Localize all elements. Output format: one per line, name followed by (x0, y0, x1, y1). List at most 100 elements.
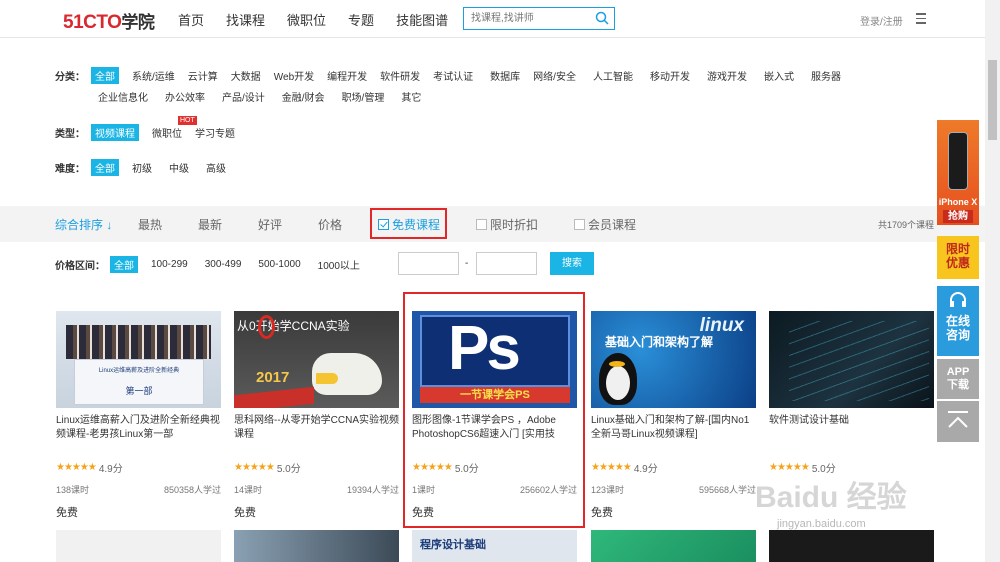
category-option[interactable]: 全部 (91, 67, 119, 84)
side-promo-limited[interactable]: 限时优惠 (937, 236, 979, 279)
category-option[interactable]: 大数据 (231, 68, 261, 83)
price-search-button[interactable]: 搜索 (550, 252, 594, 275)
course-thumbnail[interactable]: 从0开始学CCNA实验 2017 (234, 311, 399, 408)
category-option[interactable]: 游戏开发 (707, 68, 747, 83)
sort-rating[interactable]: 好评 (258, 216, 282, 233)
nav-skill-map[interactable]: 技能图谱 (396, 10, 448, 29)
side-promo-iphone[interactable]: iPhone X 抢购 (937, 120, 979, 225)
baidu-watermark-url: jingyan.baidu.com (777, 518, 866, 530)
course-card[interactable]: linux 基础入门和架构了解 Linux基础入门和架构了解-[国内No1全新马… (591, 311, 756, 520)
iphone-promo[interactable]: iPhone X 抢购 (937, 120, 979, 225)
app-download-label: APP下载 (937, 359, 979, 399)
category-option[interactable]: 编程开发 (327, 68, 367, 83)
course-title[interactable]: Linux基础入门和架构了解-[国内No1全新马哥Linux视频课程] (591, 414, 756, 444)
price-option[interactable]: 1000以上 (318, 257, 360, 272)
category-option[interactable]: 嵌入式 (764, 68, 794, 83)
rating-value: 4.9分 (633, 464, 658, 475)
price-option[interactable]: 500-1000 (258, 259, 300, 270)
course-card[interactable]: 软件测试设计基础 ★★★★★ 5.0分 (769, 311, 934, 475)
nav-find-course[interactable]: 找课程 (226, 10, 265, 29)
course-meta: 123课时 595668人学过 (591, 483, 756, 496)
hot-badge: HOT (178, 116, 197, 125)
price-option[interactable]: 全部 (110, 256, 138, 273)
course-card[interactable]: Linux运维高薪及进阶全新经典 第一部 Linux运维高薪入门及进阶全新经典视… (56, 311, 221, 520)
rating-value: 5.0分 (276, 464, 301, 475)
type-option-video[interactable]: 视频课程 (91, 124, 139, 141)
checkbox-label: 会员课程 (588, 218, 637, 232)
star-icons: ★★★★★ (56, 462, 97, 473)
course-thumbnail[interactable]: Linux运维高薪及进阶全新经典 第一部 (56, 311, 221, 408)
main-nav: 首页 找课程 微职位 专题 技能图谱 (178, 10, 470, 29)
course-thumbnail[interactable]: linux 基础入门和架构了解 (591, 311, 756, 408)
category-option[interactable]: 云计算 (188, 68, 218, 83)
thumb-caption: Linux运维高薪及进阶全新经典 (98, 368, 180, 374)
category-option[interactable]: 职场/管理 (342, 89, 385, 104)
back-to-top-button[interactable] (937, 401, 979, 442)
sort-comprehensive[interactable]: 综合排序 ↓ (55, 216, 112, 233)
type-option-label: 微职位 (152, 129, 182, 140)
price-option[interactable]: 100-299 (151, 259, 188, 270)
side-online-consult[interactable]: 在线咨询 (937, 286, 979, 356)
course-thumbnail[interactable] (769, 311, 934, 408)
back-to-top-block[interactable] (937, 401, 979, 442)
category-option[interactable]: Web开发 (274, 68, 314, 83)
learner-count: 19394人学过 (346, 485, 399, 495)
member-course-checkbox[interactable]: 会员课程 (574, 216, 636, 233)
course-thumbnail-row2[interactable]: 程序设计基础 (412, 530, 577, 562)
limited-offer-label: 限时优惠 (937, 236, 979, 279)
category-option[interactable]: 办公效率 (165, 89, 205, 104)
category-option[interactable]: 产品/设计 (222, 89, 265, 104)
sort-newest[interactable]: 最新 (198, 216, 222, 233)
scrollbar-thumb[interactable] (988, 60, 997, 140)
course-thumbnail-row2[interactable] (234, 530, 399, 562)
course-thumbnail-row2[interactable] (56, 530, 221, 562)
category-option[interactable]: 数据库 (490, 68, 520, 83)
category-option[interactable]: 服务器 (811, 68, 841, 83)
type-option-micro-position[interactable]: 微职位 HOT (152, 116, 197, 140)
course-thumbnail-row2[interactable] (769, 530, 934, 562)
category-option[interactable]: 系统/运维 (132, 68, 175, 83)
course-title[interactable]: 软件测试设计基础 (769, 414, 934, 444)
search-icon[interactable] (595, 11, 609, 25)
category-label: 分类： (55, 72, 85, 83)
price-option[interactable]: 300-499 (205, 259, 242, 270)
course-title[interactable]: Linux运维高薪入门及进阶全新经典视频课程-老男孩Linux第一部 (56, 414, 221, 444)
category-option[interactable]: 其它 (401, 89, 421, 104)
highlight-free-course (370, 208, 447, 239)
price-filter-row: 价格区间： 全部 100-299 300-499 500-1000 1000以上 (55, 256, 373, 273)
difficulty-filter-row: 难度： 全部 初级 中级 高级 (55, 159, 239, 176)
nav-micro-position[interactable]: 微职位 (287, 10, 326, 29)
course-price: 免费 (234, 507, 256, 519)
category-option[interactable]: 人工智能 (593, 68, 633, 83)
difficulty-option[interactable]: 初级 (132, 160, 152, 175)
star-icons: ★★★★★ (591, 462, 632, 473)
course-card[interactable]: 从0开始学CCNA实验 2017 思科网络--从零开始学CCNA实验视频课程 ★… (234, 311, 399, 520)
nav-topics[interactable]: 专题 (348, 10, 374, 29)
category-option[interactable]: 软件研发 (380, 68, 420, 83)
search-input[interactable] (464, 8, 589, 29)
login-register-link[interactable]: 登录/注册 (860, 13, 903, 28)
course-thumbnail-row2[interactable] (591, 530, 756, 562)
consult-block[interactable]: 在线咨询 (937, 286, 979, 356)
difficulty-option[interactable]: 全部 (91, 159, 119, 176)
difficulty-option[interactable]: 中级 (169, 160, 189, 175)
category-option[interactable]: 移动开发 (650, 68, 690, 83)
sort-hottest[interactable]: 最热 (138, 216, 162, 233)
type-option-topic[interactable]: 学习专题 (195, 125, 235, 140)
category-option[interactable]: 考试认证 (433, 68, 473, 83)
price-dash: - (465, 258, 469, 269)
limited-discount-checkbox[interactable]: 限时折扣 (476, 216, 538, 233)
difficulty-option[interactable]: 高级 (206, 160, 226, 175)
menu-icon[interactable] (916, 13, 926, 24)
price-min-input[interactable] (398, 252, 459, 275)
category-option[interactable]: 企业信息化 (98, 89, 148, 104)
course-meta: 14课时 19394人学过 (234, 483, 399, 496)
sort-price[interactable]: 价格 (318, 216, 342, 233)
category-option[interactable]: 金融/财会 (282, 89, 325, 104)
side-app-download[interactable]: APP下载 (937, 359, 979, 399)
nav-home[interactable]: 首页 (178, 10, 204, 29)
course-title[interactable]: 思科网络--从零开始学CCNA实验视频课程 (234, 414, 399, 444)
site-logo[interactable]: 51CTO学院 (63, 8, 155, 34)
price-max-input[interactable] (476, 252, 537, 275)
category-option[interactable]: 网络/安全 (533, 68, 576, 83)
